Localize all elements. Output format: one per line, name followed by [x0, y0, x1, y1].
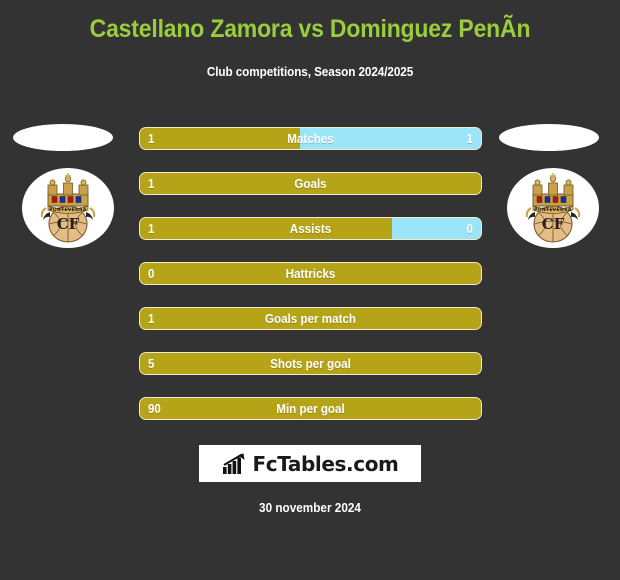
- stat-row: 90 Min per goal: [139, 397, 482, 420]
- stat-row: 5 Shots per goal: [139, 352, 482, 375]
- stat-bar-left-fill: [140, 308, 481, 329]
- pontevedra-cf-crest-icon: CF PONTEVEDRA: [40, 173, 96, 243]
- footer-date: 30 november 2024: [259, 501, 361, 515]
- stat-row: 1 Assists 0: [139, 217, 482, 240]
- stat-bar-left-fill: [140, 173, 481, 194]
- stat-row: 0 Hattricks: [139, 262, 482, 285]
- stat-row: 1 Matches 1: [139, 127, 482, 150]
- pontevedra-cf-crest-icon: CF PONTEVEDRA: [525, 173, 581, 243]
- stat-left-value: 90: [148, 402, 161, 416]
- stat-comparison-list: 1 Matches 1 1 Goals 1 Assists 0 0 Hattricks 1 Goals…: [139, 127, 482, 442]
- right-team-crest: CF PONTEVEDRA: [507, 168, 599, 248]
- svg-text:CF: CF: [57, 215, 80, 233]
- bar-chart-arrow-icon: [222, 453, 245, 474]
- svg-text:PONTEVEDRA: PONTEVEDRA: [534, 207, 572, 213]
- right-crest-backdrop-ellipse: [499, 124, 599, 151]
- fctables-logo-text: FcTables.com: [252, 451, 399, 476]
- stat-row: 1 Goals: [139, 172, 482, 195]
- left-crest-backdrop-ellipse: [13, 124, 113, 151]
- fctables-logo[interactable]: FcTables.com: [199, 445, 421, 482]
- page-subtitle: Club competitions, Season 2024/2025: [206, 65, 414, 79]
- stat-left-value: 1: [148, 177, 155, 191]
- stat-bar-left-fill: [140, 398, 481, 419]
- header: Castellano Zamora vs Dominguez PenÃn Clu…: [0, 0, 620, 79]
- stat-right-value: 0: [466, 222, 473, 236]
- stat-bar-left-fill: [140, 128, 301, 149]
- stat-bar-right-fill: [300, 128, 481, 149]
- stat-left-value: 5: [148, 357, 155, 371]
- stat-bar-left-fill: [140, 353, 481, 374]
- svg-text:PONTEVEDRA: PONTEVEDRA: [49, 207, 87, 213]
- page-title: Castellano Zamora vs Dominguez PenÃn: [89, 15, 531, 43]
- stat-row: 1 Goals per match: [139, 307, 482, 330]
- stat-left-value: 1: [148, 222, 155, 236]
- stat-right-value: 1: [466, 132, 473, 146]
- stat-bar-left-fill: [140, 263, 481, 284]
- stat-left-value: 1: [148, 312, 155, 326]
- stat-bar-left-fill: [140, 218, 393, 239]
- stat-left-value: 0: [148, 267, 155, 281]
- svg-text:CF: CF: [542, 215, 565, 233]
- stat-left-value: 1: [148, 132, 155, 146]
- left-team-crest: CF PONTEVEDRA: [22, 168, 114, 248]
